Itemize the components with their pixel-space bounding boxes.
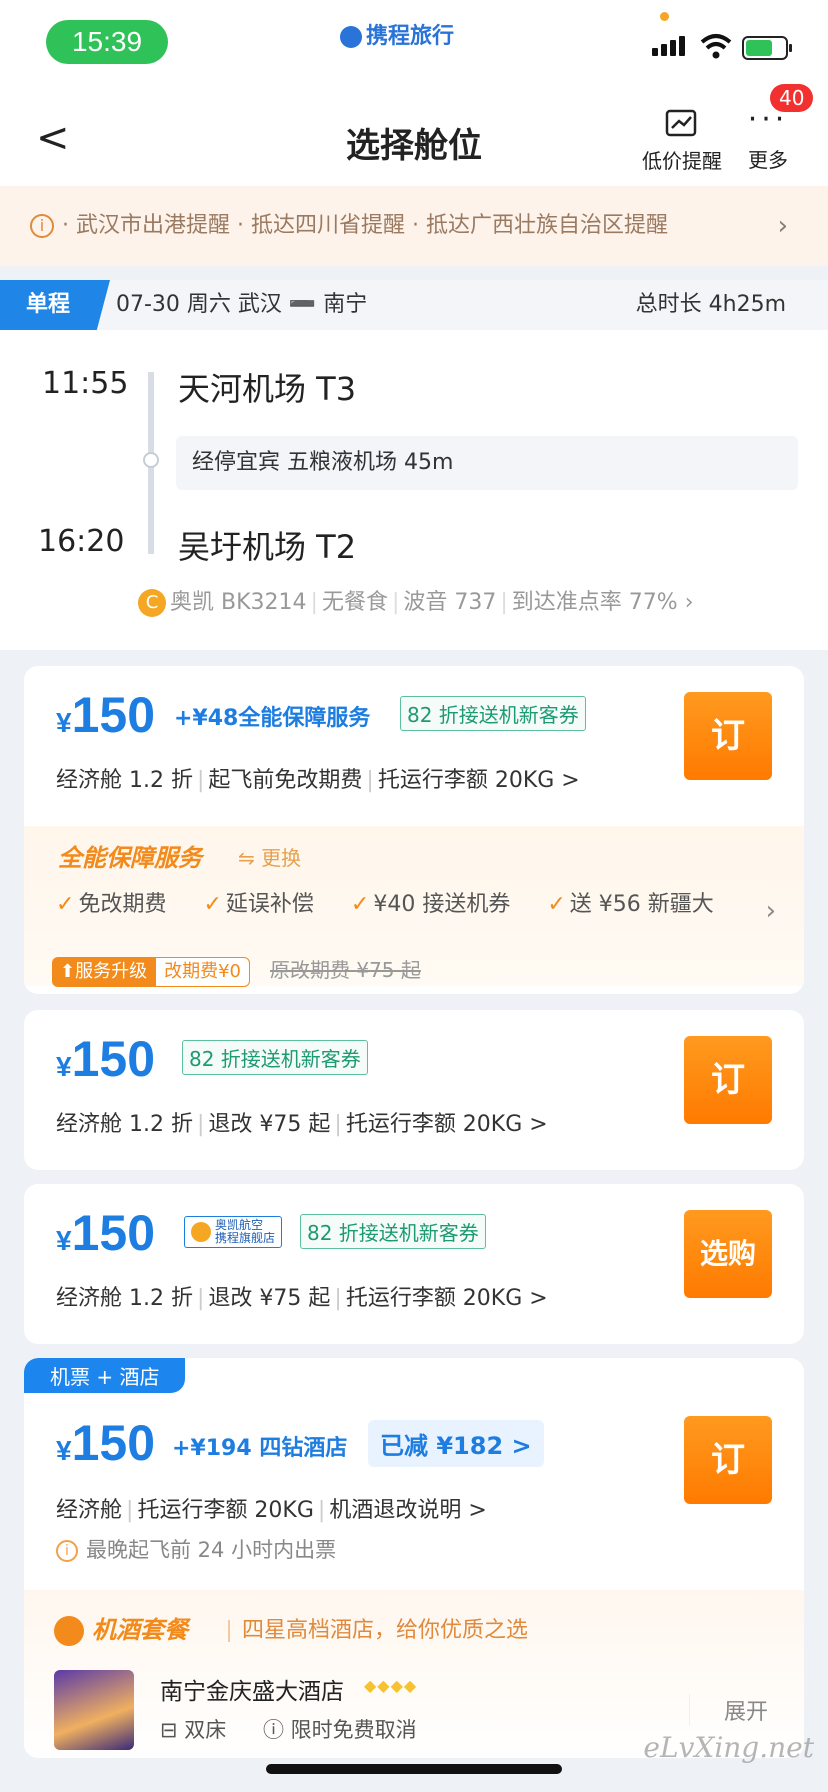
book-button[interactable]: 订 xyxy=(684,1036,772,1124)
check-icon: ✓ xyxy=(350,892,370,917)
on-time-rate: 到达准点率 77% xyxy=(511,590,678,615)
chevron-right-icon: › xyxy=(765,896,776,926)
info-icon: i xyxy=(30,214,54,238)
service-title: 全能保障服务 xyxy=(58,844,202,872)
wifi-icon xyxy=(700,34,732,59)
fare-details[interactable]: 经济舱 | 托运行李额 20KG | 机酒退改说明 > xyxy=(56,1492,487,1524)
info-icon: i xyxy=(56,1540,78,1562)
check-icon: ✓ xyxy=(56,892,75,917)
info-icon: ⓘ xyxy=(262,1718,284,1742)
upgrade-tag: ⬆服务升级 改期费¥0 原改期费 ¥75 起 xyxy=(52,954,421,987)
more-dots-icon: ··· xyxy=(747,102,789,137)
okay-airways-logo-icon xyxy=(191,1222,211,1242)
purchase-button[interactable]: 选购 xyxy=(684,1210,772,1298)
package-icon xyxy=(54,1616,84,1646)
fare-price: ¥150 xyxy=(56,1415,156,1471)
price-alert-label: 低价提醒 xyxy=(642,149,722,173)
issue-notice: i 最晚起飞前 24 小时内出票 xyxy=(56,1534,336,1564)
fare-price: ¥150 xyxy=(56,1205,156,1261)
expand-button[interactable]: 展开 xyxy=(688,1694,768,1726)
trip-type-tag: 单程 xyxy=(0,280,110,330)
meal-info: 无餐食 xyxy=(321,590,388,615)
flagship-store-tag: 奥凯航空 携程旗舰店 xyxy=(184,1216,283,1248)
departure-time: 11:55 xyxy=(42,366,129,401)
fare-details[interactable]: 经济舱 1.2 折 | 起飞前免改期费 | 托运行李额 20KG > xyxy=(56,762,580,794)
hotel-image[interactable] xyxy=(54,1670,134,1750)
fare-details[interactable]: 经济舱 1.2 折 | 退改 ¥75 起 | 托运行李额 20KG > xyxy=(56,1280,548,1312)
package-subtitle: 四星高档酒店，给你优质之选 xyxy=(228,1612,528,1644)
upgrade-value: 改期费¥0 xyxy=(155,957,250,987)
service-panel[interactable]: 全能保障服务 ⇋ 更换 ✓ 免改期费 ✓ 延误补偿 ✓ ¥40 接送机券 ✓ 送 ¥56… xyxy=(24,826,804,987)
flight-number: 奥凯 BK3214 xyxy=(170,590,307,615)
hotel-name[interactable]: 南宁金庆盛大酒店 xyxy=(160,1672,344,1706)
original-fee: 原改期费 ¥75 起 xyxy=(270,958,421,982)
timeline-stop-dot xyxy=(143,452,159,468)
flight-info: 单程 07-30 周六 武汉 ➖ 南宁 总时长 4h25m 11:55 天河机场… xyxy=(0,280,828,650)
top-bar: 15:39 携程旅行 < 选择舱位 低价提醒 ··· 更多 40 xyxy=(0,0,828,186)
book-button[interactable]: 订 xyxy=(684,692,772,780)
stopover-info: 经停宜宾 五粮液机场 45m xyxy=(176,436,798,490)
coupon-tag: 82 折接送机新客券 xyxy=(400,696,586,731)
brand-logo: 携程旅行 xyxy=(340,18,454,50)
bundle-flag: 机票 + 酒店 xyxy=(24,1358,186,1393)
fare-card: ¥150 奥凯航空 携程旗舰店 82 折接送机新客券 经济舱 1.2 折 | 退改 ¥… xyxy=(24,1184,804,1344)
home-indicator[interactable] xyxy=(266,1764,562,1774)
hotel-room-info: ⊟ 双床 ⓘ 限时免费取消 xyxy=(160,1718,417,1742)
more-button[interactable]: ··· 更多 xyxy=(740,102,796,173)
brand-name: 携程旅行 xyxy=(366,23,455,48)
check-icon: ✓ xyxy=(203,892,222,917)
okay-airways-logo-icon: C xyxy=(138,589,166,617)
addon-service: +¥48全能保障服务 xyxy=(174,706,371,731)
coupon-tag: 82 折接送机新客券 xyxy=(300,1214,486,1249)
package-title: 机酒套餐 xyxy=(54,1610,188,1646)
chevron-right-icon: › xyxy=(777,211,788,241)
notice-bar[interactable]: i · 武汉市出港提醒 · 抵达四川省提醒 · 抵达广西壮族自治区提醒 › xyxy=(0,186,828,266)
fare-card: ¥150 82 折接送机新客券 经济舱 1.2 折 | 退改 ¥75 起 | 托运行李额… xyxy=(24,1010,804,1170)
ctrip-logo-icon xyxy=(340,26,362,49)
more-label: 更多 xyxy=(748,148,788,172)
aircraft-type: 波音 737 xyxy=(403,590,497,615)
service-items: ✓ 免改期费 ✓ 延误补偿 ✓ ¥40 接送机券 ✓ 送 ¥56 新疆大 xyxy=(56,892,714,917)
book-button[interactable]: 订 xyxy=(684,1416,772,1504)
diamond-rating-icon: ◆◆◆◆ xyxy=(364,1676,418,1695)
departure-airport: 天河机场 T3 xyxy=(178,370,357,408)
carrier-info[interactable]: C 奥凯 BK3214 | 无餐食 | 波音 737 | 到达准点率 77% › xyxy=(138,584,694,617)
battery-icon xyxy=(742,36,792,60)
service-switch-button[interactable]: ⇋ 更换 xyxy=(238,842,301,871)
upgrade-label: ⬆服务升级 xyxy=(52,957,156,987)
price-alert-button[interactable]: 低价提醒 xyxy=(640,108,724,174)
discount-tag[interactable]: 已减 ¥182 > xyxy=(368,1420,544,1467)
notification-badge: 40 xyxy=(770,84,814,112)
fare-price: ¥150 xyxy=(56,687,156,743)
trip-duration: 总时长 4h25m xyxy=(635,292,786,317)
chevron-right-icon: › xyxy=(684,590,694,615)
fare-card-hotel-bundle: 机票 + 酒店 ¥150 +¥194 四钻酒店 已减 ¥182 > 经济舱 | 托运… xyxy=(24,1358,804,1758)
trip-strip: 单程 07-30 周六 武汉 ➖ 南宁 总时长 4h25m xyxy=(0,280,828,330)
arrival-time: 16:20 xyxy=(38,524,125,559)
check-icon: ✓ xyxy=(547,892,566,917)
status-time: 15:39 xyxy=(46,20,168,64)
chart-alert-icon xyxy=(665,109,697,137)
signal-icon xyxy=(652,36,688,56)
notice-text: · 武汉市出港提醒 · 抵达四川省提醒 · 抵达广西壮族自治区提醒 xyxy=(62,213,668,238)
addon-hotel: +¥194 四钻酒店 xyxy=(172,1436,348,1461)
fare-card: ¥150 +¥48全能保障服务 82 折接送机新客券 经济舱 1.2 折 | 起飞前… xyxy=(24,666,804,994)
watermark: eLvXing.net xyxy=(643,1731,814,1764)
bed-icon: ⊟ xyxy=(160,1718,178,1742)
fare-price: ¥150 xyxy=(56,1031,156,1087)
recording-dot-icon xyxy=(660,12,669,21)
coupon-tag: 82 折接送机新客券 xyxy=(182,1040,368,1075)
arrival-airport: 吴圩机场 T2 xyxy=(178,528,357,566)
trip-date-route: 07-30 周六 武汉 ➖ 南宁 xyxy=(116,292,368,317)
fare-details[interactable]: 经济舱 1.2 折 | 退改 ¥75 起 | 托运行李额 20KG > xyxy=(56,1106,548,1138)
